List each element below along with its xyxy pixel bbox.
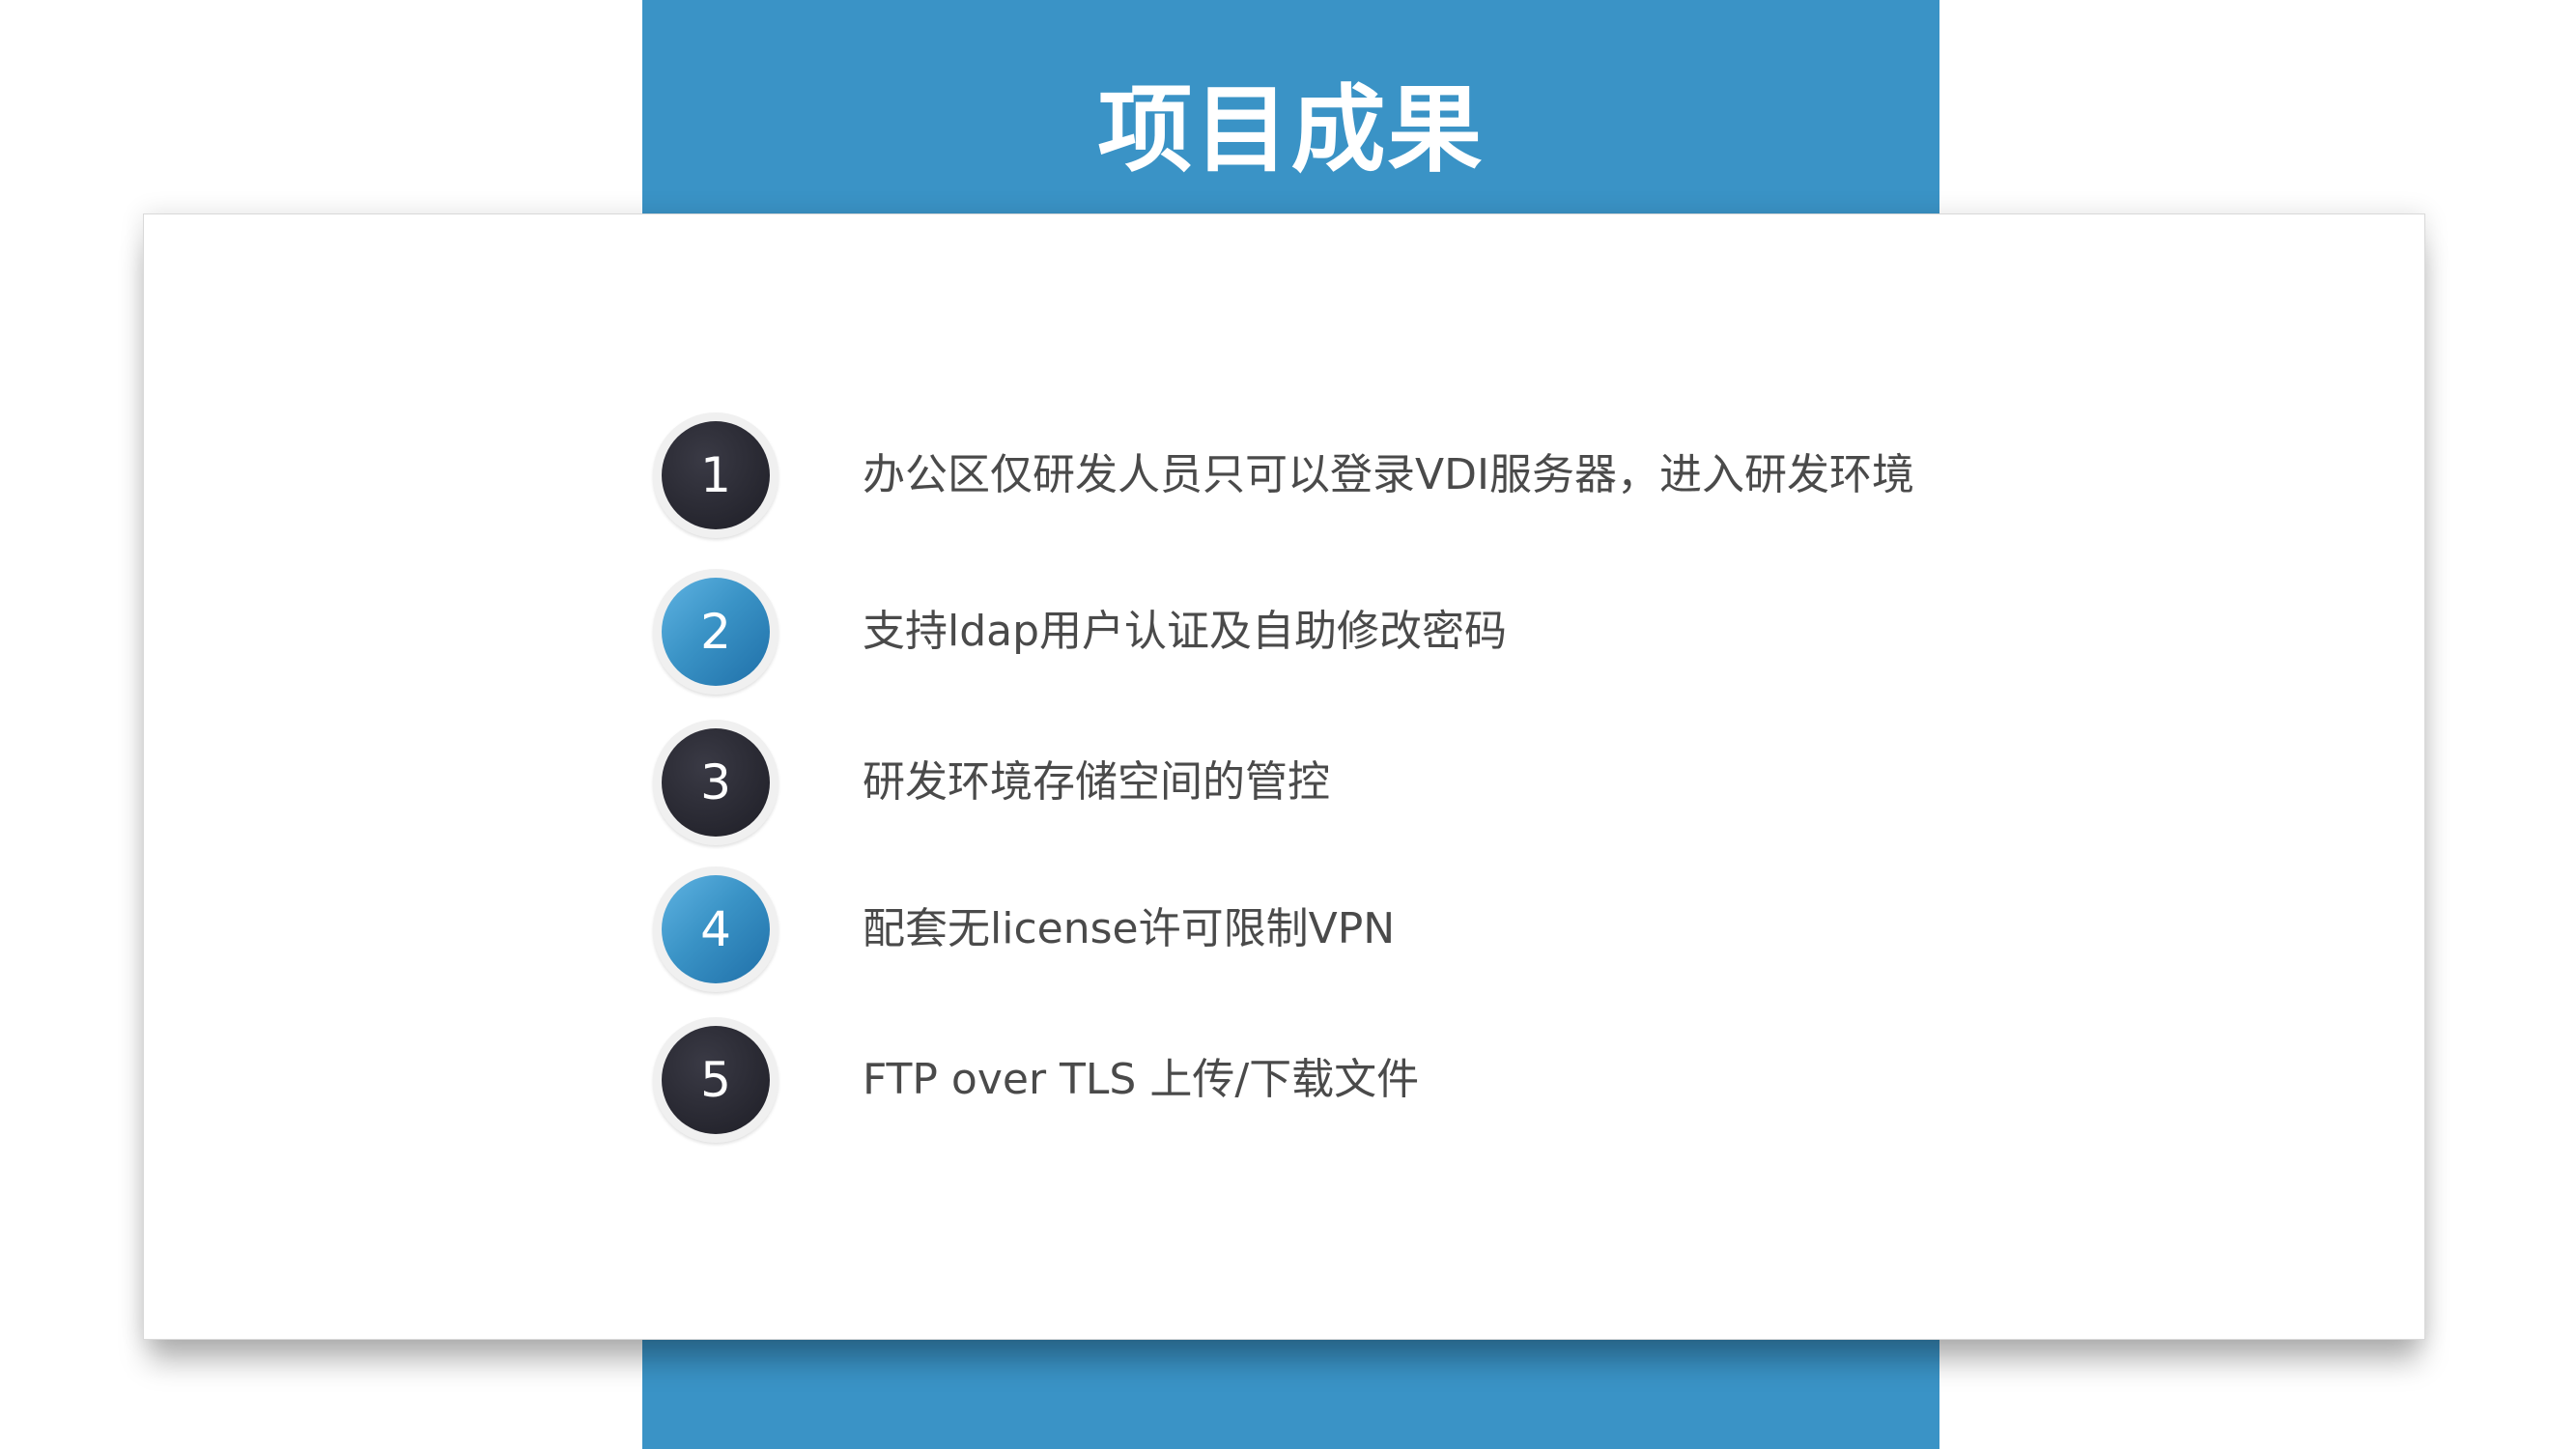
footer-band	[642, 1333, 1939, 1449]
number-badge: 3	[662, 728, 770, 837]
list-item-text: 研发环境存储空间的管控	[863, 757, 1330, 807]
number-badge-ring: 1	[653, 412, 778, 538]
number-badge-ring: 4	[653, 867, 778, 992]
number-badge: 4	[662, 875, 770, 983]
list-item-1: 1 办公区仅研发人员只可以登录VDI服务器，进入研发环境	[0, 412, 2576, 538]
list-item-2: 2 支持ldap用户认证及自助修改密码	[0, 569, 2576, 695]
number-badge-ring: 2	[653, 569, 778, 695]
list-item-5: 5 FTP over TLS 上传/下载文件	[0, 1017, 2576, 1143]
slide-title: 项目成果	[1097, 75, 1485, 185]
number-badge: 5	[662, 1026, 770, 1134]
number-badge-ring: 5	[653, 1017, 778, 1143]
list-item-text: FTP over TLS 上传/下载文件	[863, 1055, 1420, 1104]
list-item-4: 4 配套无license许可限制VPN	[0, 867, 2576, 992]
list-item-text: 配套无license许可限制VPN	[863, 904, 1396, 953]
list-item-text: 办公区仅研发人员只可以登录VDI服务器，进入研发环境	[863, 450, 1914, 499]
number-badge: 1	[662, 421, 770, 529]
list-item-3: 3 研发环境存储空间的管控	[0, 720, 2576, 845]
list-item-text: 支持ldap用户认证及自助修改密码	[863, 607, 1508, 656]
number-badge: 2	[662, 578, 770, 686]
number-badge-ring: 3	[653, 720, 778, 845]
